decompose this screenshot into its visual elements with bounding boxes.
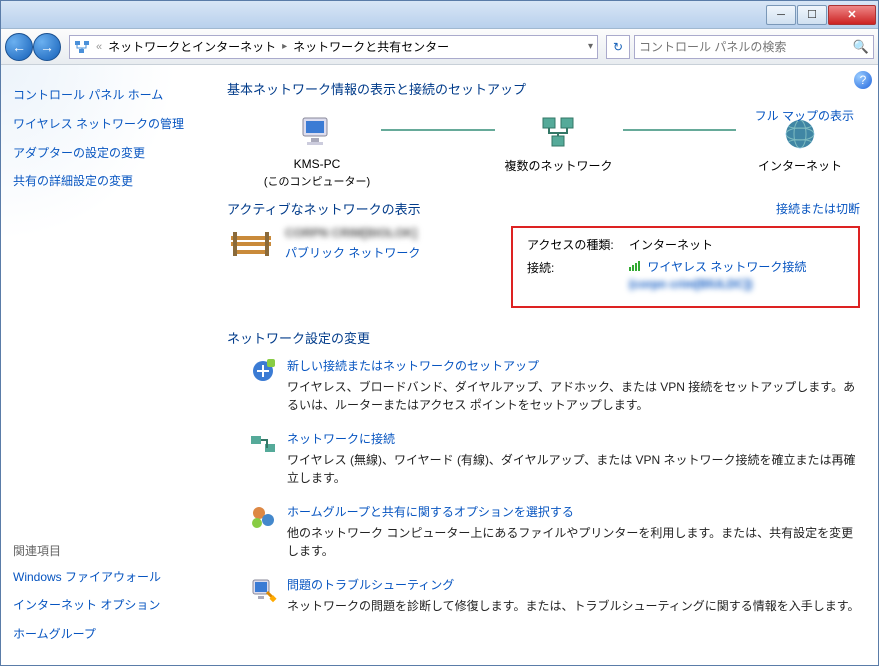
homegroup-icon xyxy=(249,503,277,531)
troubleshoot-icon xyxy=(249,576,277,604)
setting-desc: 他のネットワーク コンピューター上にあるファイルやプリンターを利用します。または… xyxy=(287,524,860,560)
access-type-value: インターネット xyxy=(629,236,713,253)
sidebar-link-adapter-settings[interactable]: アダプターの設定の変更 xyxy=(13,139,199,168)
connection-detail[interactable]: (corpn crim[BlULDC]) xyxy=(629,277,752,291)
network-name: CORPN CRIM[BIOLOK] xyxy=(285,226,420,240)
connect-network-icon xyxy=(249,430,277,458)
connection-link[interactable]: ワイヤレス ネットワーク接続 xyxy=(647,260,806,274)
map-network-label: 複数のネットワーク xyxy=(504,158,612,175)
map-node-internet[interactable]: インターネット xyxy=(740,114,860,187)
nav-toolbar: ← → « ネットワークとインターネット ▸ ネットワークと共有センター ▾ ↻… xyxy=(1,29,878,65)
park-bench-icon xyxy=(227,226,275,262)
full-map-link[interactable]: フル マップの表示 xyxy=(755,107,854,124)
map-line xyxy=(381,129,495,131)
main-content: ? 基本ネットワーク情報の表示と接続のセットアップ フル マップの表示 KMS-… xyxy=(211,65,878,665)
connect-disconnect-link[interactable]: 接続または切断 xyxy=(776,200,860,217)
map-line xyxy=(623,129,737,131)
setting-item-connect-network: ネットワークに接続 ワイヤレス (無線)、ワイヤード (有線)、ダイヤルアップ、… xyxy=(249,430,860,487)
breadcrumb-dropdown-icon[interactable]: ▾ xyxy=(588,41,593,52)
setting-link-new-connection[interactable]: 新しい接続またはネットワークのセットアップ xyxy=(287,357,860,374)
setting-desc: ワイヤレス、ブロードバンド、ダイヤルアップ、アドホック、または VPN 接続をセ… xyxy=(287,378,860,414)
setting-item-homegroup: ホームグループと共有に関するオプションを選択する 他のネットワーク コンピュータ… xyxy=(249,503,860,560)
sidebar-link-wireless-manage[interactable]: ワイヤレス ネットワークの管理 xyxy=(13,110,199,139)
minimize-button[interactable] xyxy=(766,5,796,25)
change-settings-title: ネットワーク設定の変更 xyxy=(227,328,860,347)
address-bar[interactable]: « ネットワークとインターネット ▸ ネットワークと共有センター ▾ xyxy=(69,35,598,59)
page-title: 基本ネットワーク情報の表示と接続のセットアップ xyxy=(227,79,860,98)
breadcrumb-parent[interactable]: ネットワークとインターネット xyxy=(108,38,276,55)
setting-item-troubleshoot: 問題のトラブルシューティング ネットワークの問題を診断して修復します。または、ト… xyxy=(249,576,860,615)
signal-icon xyxy=(629,261,640,271)
map-computer-sublabel: (このコンピューター) xyxy=(264,173,370,189)
breadcrumb-overflow: « xyxy=(96,41,102,53)
map-internet-label: インターネット xyxy=(758,158,842,175)
network-icon xyxy=(74,39,90,55)
access-type-label: アクセスの種類: xyxy=(527,236,617,253)
sidebar-related-homegroup[interactable]: ホームグループ xyxy=(13,620,199,649)
refresh-button[interactable]: ↻ xyxy=(606,35,630,59)
forward-button[interactable]: → xyxy=(33,33,61,61)
setting-link-homegroup[interactable]: ホームグループと共有に関するオプションを選択する xyxy=(287,503,860,520)
sidebar-related-firewall[interactable]: Windows ファイアウォール xyxy=(13,563,199,592)
window-titlebar xyxy=(1,1,878,29)
sidebar-link-sharing-settings[interactable]: 共有の詳細設定の変更 xyxy=(13,167,199,196)
search-input[interactable] xyxy=(639,40,853,54)
breadcrumb-sep-icon: ▸ xyxy=(282,41,287,52)
network-node-icon xyxy=(539,114,579,154)
map-node-computer[interactable]: KMS-PC (このコンピューター) xyxy=(257,112,377,189)
setting-link-connect-network[interactable]: ネットワークに接続 xyxy=(287,430,860,447)
map-computer-label: KMS-PC xyxy=(294,156,341,173)
breadcrumb-current[interactable]: ネットワークと共有センター xyxy=(293,38,449,55)
help-icon[interactable]: ? xyxy=(854,71,872,89)
network-type-link[interactable]: パブリック ネットワーク xyxy=(285,244,420,261)
connection-label: 接続: xyxy=(527,259,617,293)
sidebar-related-internet-options[interactable]: インターネット オプション xyxy=(13,591,199,620)
setting-desc: ネットワークの問題を診断して修復します。または、トラブルシューティングに関する情… xyxy=(287,597,860,615)
search-icon: 🔍 xyxy=(853,39,869,55)
search-box[interactable]: 🔍 xyxy=(634,35,874,59)
connection-details-box: アクセスの種類: インターネット 接続: ワイヤレス ネットワーク接続 (cor… xyxy=(511,226,860,309)
close-button[interactable] xyxy=(828,5,876,25)
sidebar-related-heading: 関連項目 xyxy=(13,534,199,563)
setting-item-new-connection: 新しい接続またはネットワークのセットアップ ワイヤレス、ブロードバンド、ダイヤル… xyxy=(249,357,860,414)
computer-icon xyxy=(297,112,337,152)
back-button[interactable]: ← xyxy=(5,33,33,61)
new-connection-icon xyxy=(249,357,277,385)
setting-desc: ワイヤレス (無線)、ワイヤード (有線)、ダイヤルアップ、または VPN ネッ… xyxy=(287,451,860,487)
maximize-button[interactable] xyxy=(797,5,827,25)
map-node-network[interactable]: 複数のネットワーク xyxy=(499,114,619,187)
sidebar: コントロール パネル ホーム ワイヤレス ネットワークの管理 アダプターの設定の… xyxy=(1,65,211,665)
active-networks-title: アクティブなネットワークの表示 xyxy=(227,199,421,218)
setting-link-troubleshoot[interactable]: 問題のトラブルシューティング xyxy=(287,576,860,593)
sidebar-home-link[interactable]: コントロール パネル ホーム xyxy=(13,81,199,110)
